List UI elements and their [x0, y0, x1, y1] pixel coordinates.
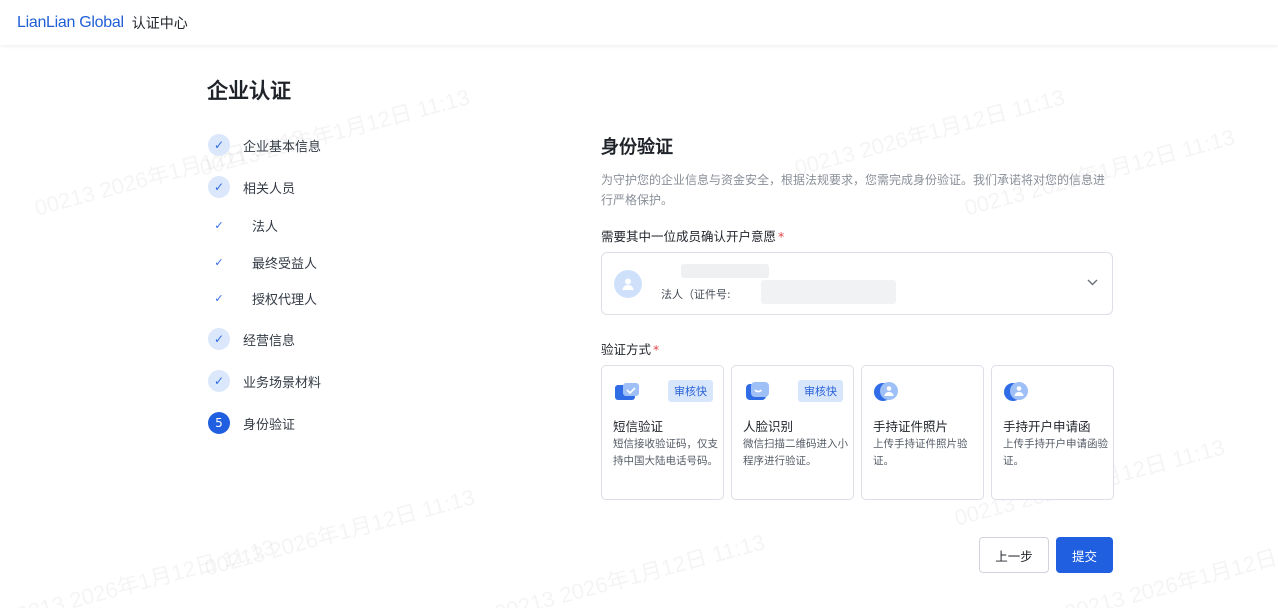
step-label: 身份验证 [243, 417, 296, 433]
check-icon: ✓ [214, 219, 224, 232]
method-title: 手持开户申请函 [1003, 419, 1091, 434]
verification-panel: 身份验证 为守护您的企业信息与资金安全，根据法规要求，您需完成身份验证。我们承诺… [601, 133, 1114, 500]
check-icon: ✓ [214, 292, 224, 305]
step-label: 相关人员 [243, 181, 296, 197]
substep-legal-rep[interactable]: ✓ 法人 [208, 216, 278, 235]
check-icon: ✓ [208, 328, 230, 350]
check-icon: ✓ [208, 370, 230, 392]
required-mark: * [653, 342, 660, 357]
substep-authorized-agent[interactable]: ✓ 授权代理人 [208, 289, 317, 308]
watermark-layer: 00213 2026年1月12日 11:13 00213 2026年1月12日 … [0, 45, 1278, 608]
step-label: 法人 [252, 220, 279, 235]
step-business-materials[interactable]: ✓ 业务场景材料 [208, 370, 321, 392]
fast-review-badge: 审核快 [668, 380, 713, 402]
redacted-id-number [761, 279, 896, 304]
method-title: 人脸识别 [743, 419, 794, 434]
method-card-sms[interactable]: 审核快 短信验证 短信接收验证码，仅支持中国大陆电话号码。 [601, 365, 724, 500]
method-title: 手持证件照片 [873, 419, 949, 434]
method-title: 短信验证 [613, 419, 664, 434]
section-description: 为守护您的企业信息与资金安全，根据法规要求，您需完成身份验证。我们承诺将对您的信… [601, 173, 1106, 207]
step-identity-verification[interactable]: 5 身份验证 [208, 412, 295, 434]
step-label: 经营信息 [243, 333, 296, 349]
step-label: 最终受益人 [252, 257, 318, 272]
check-icon: ✓ [214, 256, 224, 269]
step-company-basic-info[interactable]: ✓ 企业基本信息 [208, 134, 321, 156]
member-role: 法人（证件号: [661, 287, 731, 301]
check-icon: ✓ [208, 176, 230, 198]
watermark-text: 00213 2026年1月12日 11:13 [1, 530, 278, 608]
previous-step-button[interactable]: 上一步 [979, 537, 1049, 573]
method-description: 上传手持开户申请函验证。 [1003, 438, 1108, 467]
method-label-text: 验证方式 [601, 342, 652, 357]
id-photo-icon [874, 382, 898, 401]
method-card-face[interactable]: 审核快 人脸识别 微信扫描二维码进入小程序进行验证。 [731, 365, 854, 500]
step-related-persons[interactable]: ✓ 相关人员 [208, 176, 295, 198]
sms-icon [615, 383, 639, 400]
method-description: 上传手持证件照片验证。 [873, 438, 968, 467]
method-card-id-photo[interactable]: 手持证件照片 上传手持证件照片验证。 [861, 365, 984, 500]
method-field-label: 验证方式 * [601, 339, 659, 358]
method-description: 短信接收验证码，仅支持中国大陆电话号码。 [613, 438, 718, 467]
letter-photo-icon [1004, 382, 1028, 401]
member-field-label: 需要其中一位成员确认开户意愿 * [601, 226, 784, 245]
method-options: 审核快 短信验证 短信接收验证码，仅支持中国大陆电话号码。 审核快 人脸识别 微… [601, 365, 1114, 500]
member-select[interactable]: 法人（证件号: [601, 252, 1113, 315]
brand-logo[interactable]: LianLian Global [17, 14, 124, 32]
check-icon: ✓ [208, 134, 230, 156]
step-number: 5 [208, 412, 230, 434]
submit-button[interactable]: 提交 [1056, 537, 1113, 573]
step-label: 业务场景材料 [243, 375, 322, 391]
step-business-info[interactable]: ✓ 经营信息 [208, 328, 295, 350]
required-mark: * [778, 229, 785, 244]
member-label-text: 需要其中一位成员确认开户意愿 [601, 229, 777, 244]
watermark-text: 00213 2026年1月12日 11:13 [201, 480, 478, 583]
substep-beneficial-owner[interactable]: ✓ 最终受益人 [208, 253, 317, 272]
page-title: 企业认证 [207, 79, 291, 103]
header-subtitle: 认证中心 [131, 15, 188, 32]
watermark-text: 00213 2026年1月12日 11:13 [491, 525, 768, 608]
top-bar: LianLian Global 认证中心 [0, 0, 1278, 45]
section-title: 身份验证 [601, 137, 673, 158]
chevron-down-icon[interactable] [1087, 275, 1098, 289]
method-card-letter-photo[interactable]: 手持开户申请函 上传手持开户申请函验证。 [991, 365, 1114, 500]
face-icon [746, 382, 769, 400]
step-label: 企业基本信息 [243, 139, 322, 155]
method-description: 微信扫描二维码进入小程序进行验证。 [743, 438, 848, 467]
step-label: 授权代理人 [252, 293, 318, 308]
fast-review-badge: 审核快 [798, 380, 843, 402]
avatar [614, 269, 642, 298]
redacted-name [681, 263, 769, 278]
member-info: 法人（证件号: [651, 263, 911, 304]
